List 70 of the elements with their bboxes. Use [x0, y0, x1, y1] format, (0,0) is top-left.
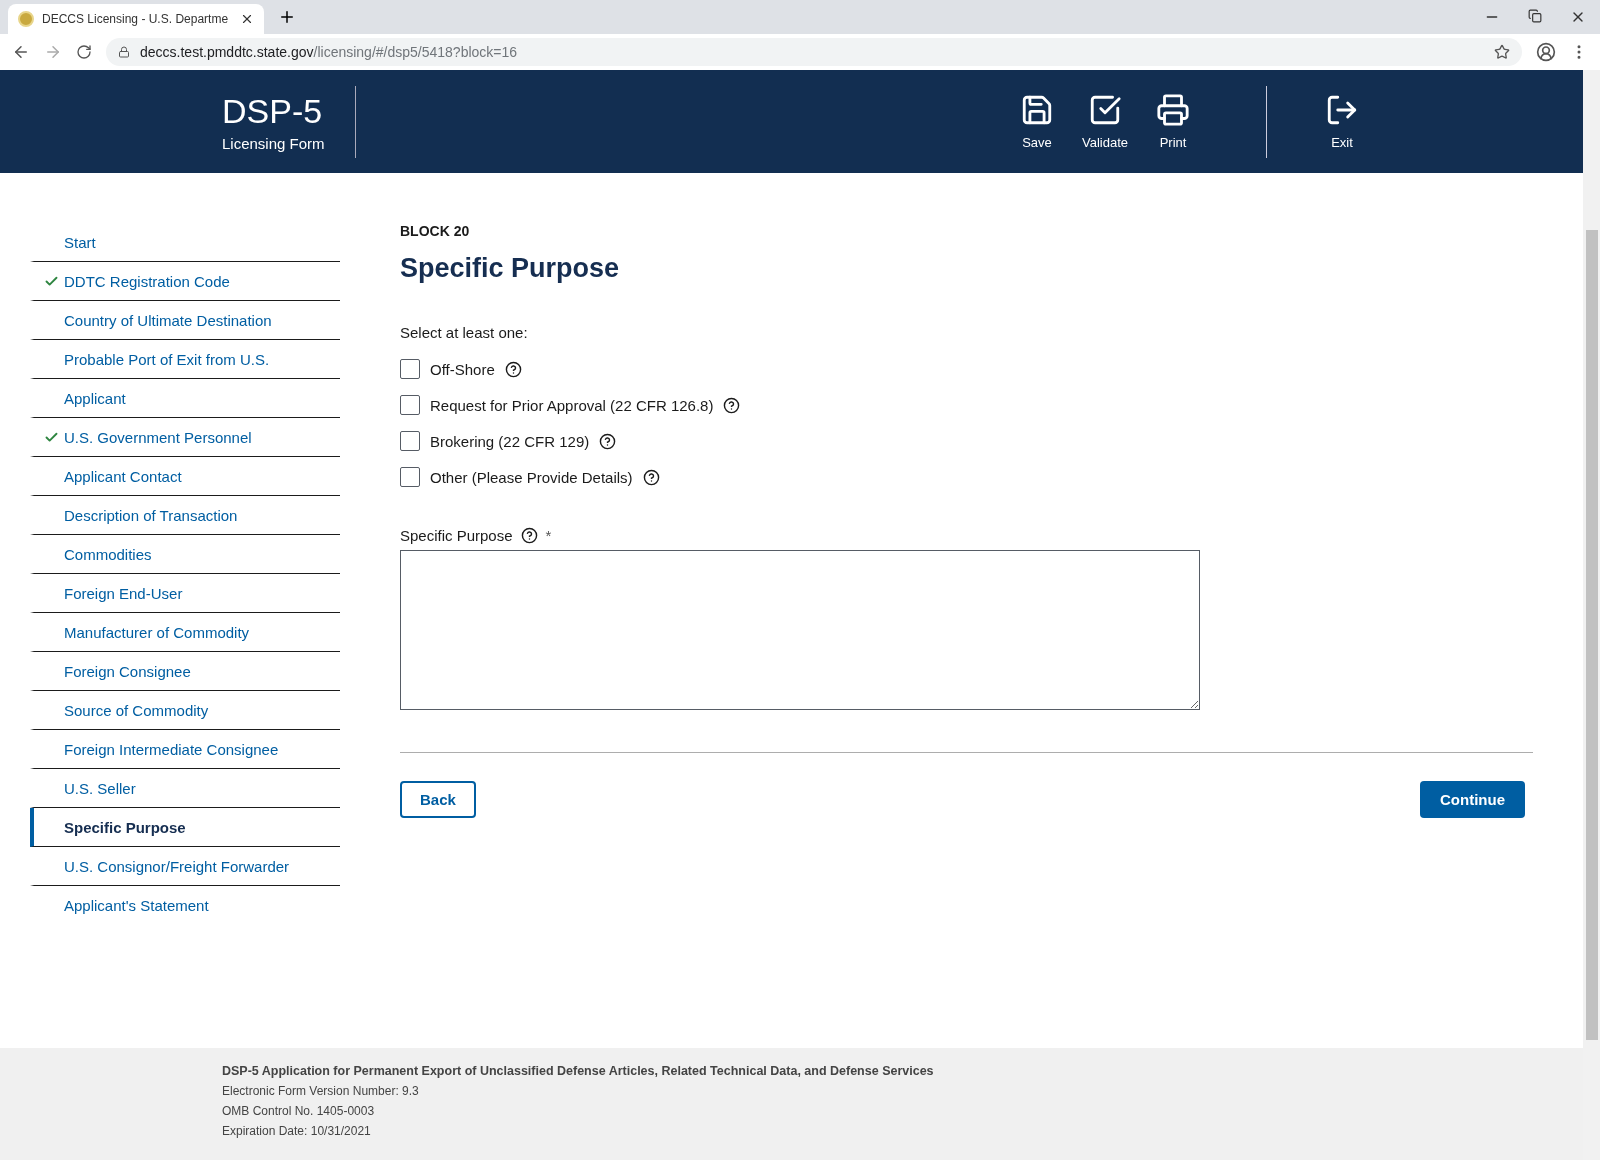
back-icon[interactable]	[12, 43, 30, 61]
continue-button[interactable]: Continue	[1420, 781, 1525, 818]
footer-text: Electronic Form Version Number: 9.3	[222, 1084, 420, 1098]
sidebar-item[interactable]: Foreign Consignee	[30, 652, 340, 691]
sidebar-item[interactable]: Source of Commodity	[30, 691, 340, 730]
checkbox-label: Other (Please Provide Details)	[430, 468, 633, 486]
help-icon[interactable]	[723, 396, 741, 414]
page-heading: Specific Purpose	[400, 253, 621, 284]
check-icon	[44, 430, 59, 445]
footer-title: DSP-5 Application for Permanent Export of Unclassified Defense Articles, Related Technical Data, and Defense Services	[222, 1064, 935, 1078]
sidebar-item[interactable]: Commodities	[30, 535, 340, 574]
browser-tab[interactable]: DECCS Licensing - U.S. Departme	[8, 4, 264, 34]
checkbox[interactable]	[400, 467, 420, 487]
restore-icon[interactable]	[1528, 9, 1542, 23]
bookmark-star-icon[interactable]	[1494, 44, 1510, 60]
sidebar-item[interactable]: Probable Port of Exit from U.S.	[30, 340, 340, 379]
sidebar-item[interactable]: Manufacturer of Commodity	[30, 613, 340, 652]
checkbox[interactable]	[400, 431, 420, 451]
footer-text: OMB Control No. 1405-0003	[222, 1104, 376, 1118]
printer-icon	[1156, 93, 1190, 127]
url-host: deccs.test.pmddtc.state.gov	[140, 44, 314, 60]
sidebar-item[interactable]: Foreign Intermediate Consignee	[30, 730, 340, 769]
exit-icon	[1325, 93, 1359, 127]
validate-button[interactable]: Validate	[1068, 93, 1142, 150]
required-mark: *	[545, 527, 552, 544]
footer-text: Expiration Date: 10/31/2021	[222, 1124, 372, 1138]
checkbox[interactable]	[400, 395, 420, 415]
address-bar[interactable]: deccs.test.pmddtc.state.gov/licensing/#/dsp5/5418?block=16	[106, 38, 1522, 66]
lock-icon	[118, 46, 130, 58]
block-label: BLOCK 20	[400, 223, 471, 239]
sidebar-item[interactable]: U.S. Government Personnel	[30, 418, 340, 457]
save-button[interactable]: Save	[1006, 93, 1068, 150]
sidebar-item[interactable]: Start	[30, 223, 340, 262]
checkbox[interactable]	[400, 359, 420, 379]
help-icon[interactable]	[642, 468, 660, 486]
checkbox-label: Off-Shore	[430, 360, 495, 378]
sidebar-item[interactable]: Description of Transaction	[30, 496, 340, 535]
help-icon[interactable]	[520, 527, 538, 544]
close-icon[interactable]	[240, 12, 254, 26]
favicon-icon	[18, 11, 34, 27]
instruction-text: Select at least one:	[400, 324, 529, 341]
sidebar-item[interactable]: Foreign End-User	[30, 574, 340, 613]
profile-icon[interactable]	[1536, 42, 1556, 62]
form-title: DSP-5	[222, 91, 324, 131]
help-icon[interactable]	[504, 360, 522, 378]
tab-title: DECCS Licensing - U.S. Departme	[42, 12, 230, 26]
reload-icon[interactable]	[76, 44, 92, 60]
checkbox-label: Brokering (22 CFR 129)	[430, 432, 590, 450]
form-subtitle: Licensing Form	[222, 134, 325, 152]
url-path: /licensing/#/dsp5/5418?block=16	[313, 44, 518, 60]
help-icon[interactable]	[599, 432, 617, 450]
exit-button[interactable]: Exit	[1311, 93, 1373, 150]
save-icon	[1020, 93, 1054, 127]
sidebar-item[interactable]: Applicant	[30, 379, 340, 418]
back-button[interactable]: Back	[400, 781, 476, 818]
check-icon	[44, 274, 59, 289]
sidebar-item[interactable]: Applicant Contact	[30, 457, 340, 496]
checkbox-icon	[1088, 93, 1122, 127]
sidebar-item[interactable]: DDTC Registration Code	[30, 262, 340, 301]
print-button[interactable]: Print	[1142, 93, 1204, 150]
checkbox-label: Request for Prior Approval (22 CFR 126.8)	[430, 396, 714, 414]
sidebar-item[interactable]: U.S. Consignor/Freight Forwarder	[30, 847, 340, 886]
sidebar-item[interactable]: U.S. Seller	[30, 769, 340, 808]
scrollbar[interactable]	[1583, 70, 1600, 1160]
new-tab-icon[interactable]	[278, 8, 296, 26]
sidebar-item[interactable]: Country of Ultimate Destination	[30, 301, 340, 340]
sidebar-item[interactable]: Applicant's Statement	[30, 886, 340, 925]
field-label: Specific Purpose	[400, 527, 513, 544]
scrollbar-thumb[interactable]	[1585, 230, 1598, 1040]
sidebar-item[interactable]: Specific Purpose	[30, 808, 340, 847]
